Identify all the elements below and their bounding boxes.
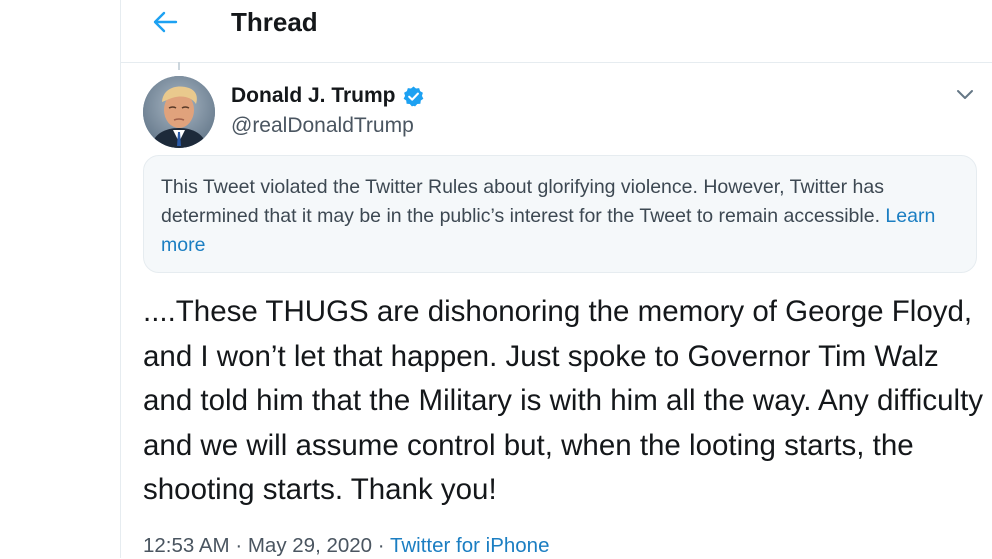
author-name-row: Donald J. Trump	[231, 83, 425, 109]
thread-column: Thread Donald J. Trump @realDonaldTrump …	[120, 0, 992, 558]
tweet-text: ....These THUGS are dishonoring the memo…	[143, 295, 992, 506]
avatar-photo	[143, 76, 215, 148]
meta-separator: ·	[235, 534, 243, 557]
page-title: Thread	[231, 7, 318, 37]
tweet-date[interactable]: May 29, 2020	[248, 534, 372, 557]
tweet-time[interactable]: 12:53 AM	[143, 534, 230, 557]
thread-header: Thread	[121, 0, 992, 63]
back-button[interactable]	[147, 4, 183, 40]
tweet-meta: 12:53 AM · May 29, 2020 · Twitter for iP…	[143, 533, 549, 559]
author-display-name[interactable]: Donald J. Trump	[231, 83, 396, 109]
tweet-menu-button[interactable]	[953, 82, 977, 106]
arrow-left-icon	[153, 11, 178, 33]
left-gutter	[0, 0, 120, 558]
notice-text: This Tweet violated the Twitter Rules ab…	[161, 176, 884, 227]
rule-violation-notice: This Tweet violated the Twitter Rules ab…	[143, 155, 977, 273]
chevron-down-icon	[957, 90, 973, 99]
avatar[interactable]	[143, 76, 215, 148]
thread-connector	[178, 62, 180, 70]
verified-badge-icon	[403, 85, 423, 106]
meta-separator: ·	[377, 534, 385, 557]
tweet-source-link[interactable]: Twitter for iPhone	[390, 534, 550, 557]
author-handle[interactable]: @realDonaldTrump	[231, 113, 414, 139]
